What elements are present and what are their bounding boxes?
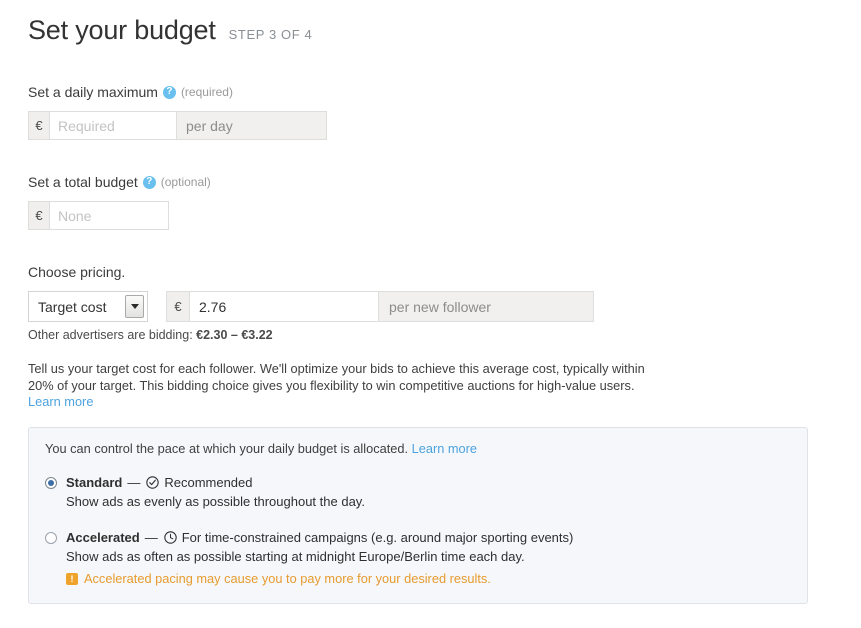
pacing-standard-name: Standard	[66, 474, 123, 490]
pacing-option-standard-body: Standard — Recommended Show ads as evenl…	[66, 474, 365, 512]
page-title: Set your budget	[28, 15, 216, 45]
chevron-down-icon[interactable]	[125, 295, 144, 318]
competitor-bid-hint: Other advertisers are bidding: €2.30 – €…	[28, 328, 833, 342]
daily-maximum-requirement: (required)	[180, 85, 233, 99]
check-circle-icon	[146, 476, 160, 489]
currency-symbol-daily: €	[28, 111, 49, 140]
warning-exclamation-icon: !	[66, 572, 78, 585]
radio-accelerated[interactable]	[45, 531, 57, 544]
question-mark-icon[interactable]: ?	[142, 175, 156, 189]
pricing-description-text: Tell us your target cost for each follow…	[28, 361, 645, 393]
total-budget-field: Set a total budget ? (optional) €	[28, 173, 833, 230]
page-header: Set your budget STEP 3 OF 4	[28, 0, 833, 47]
step-indicator: STEP 3 OF 4	[228, 27, 313, 42]
pacing-standard-tagline: Recommended	[164, 474, 253, 490]
pricing-type-value: Target cost	[38, 298, 107, 315]
pacing-accelerated-name: Accelerated	[66, 529, 140, 545]
daily-maximum-input-group: € per day	[28, 111, 833, 140]
pricing-type-select[interactable]: Target cost	[28, 291, 148, 322]
daily-maximum-input[interactable]	[49, 111, 177, 140]
question-mark-icon[interactable]: ?	[162, 85, 176, 99]
pacing-intro-text: You can control the pace at which your d…	[45, 440, 412, 456]
pacing-option-accelerated[interactable]: Accelerated — For time-constrained campa…	[45, 529, 791, 589]
budget-step-page: Set your budget STEP 3 OF 4 Set a daily …	[0, 0, 861, 628]
pacing-panel: You can control the pace at which your d…	[28, 426, 808, 604]
pacing-option-standard[interactable]: Standard — Recommended Show ads as evenl…	[45, 474, 791, 512]
pacing-accelerated-warning-text: Accelerated pacing may cause you to pay …	[84, 570, 491, 586]
pacing-accelerated-tagline: For time-constrained campaigns (e.g. aro…	[181, 529, 574, 545]
currency-symbol-total: €	[28, 201, 49, 230]
daily-maximum-label-row: Set a daily maximum ? (required)	[28, 83, 833, 101]
pacing-option-accelerated-body: Accelerated — For time-constrained campa…	[66, 529, 573, 589]
radio-standard[interactable]	[45, 476, 57, 489]
pacing-accelerated-title-line: Accelerated — For time-constrained campa…	[66, 529, 573, 548]
bid-suffix-label: per new follower	[379, 291, 594, 322]
pricing-row: Target cost € per new follower	[28, 291, 833, 322]
pricing-field: Choose pricing. Target cost € per new fo…	[28, 263, 833, 411]
pricing-description: Tell us your target cost for each follow…	[28, 361, 653, 411]
daily-maximum-label: Set a daily maximum	[28, 84, 158, 100]
currency-symbol-bid: €	[166, 291, 189, 322]
total-budget-input-group: €	[28, 201, 833, 230]
pacing-accelerated-warning: ! Accelerated pacing may cause you to pa…	[66, 570, 573, 589]
bid-amount-input[interactable]	[189, 291, 379, 322]
competitor-bid-hint-prefix: Other advertisers are bidding:	[28, 328, 197, 342]
daily-maximum-field: Set a daily maximum ? (required) € per d…	[28, 83, 833, 140]
pacing-learn-more-link[interactable]: Learn more	[412, 441, 477, 456]
pacing-standard-dash: —	[127, 474, 141, 490]
pacing-standard-title-line: Standard — Recommended	[66, 474, 365, 493]
total-budget-label: Set a total budget	[28, 174, 138, 190]
clock-icon	[164, 531, 177, 544]
pricing-learn-more-link[interactable]: Learn more	[28, 394, 93, 409]
pacing-standard-description: Show ads as evenly as possible throughou…	[66, 494, 365, 509]
total-budget-requirement: (optional)	[160, 175, 211, 189]
pacing-accelerated-description: Show ads as often as possible starting a…	[66, 549, 525, 564]
competitor-bid-range: €2.30 – €3.22	[196, 328, 273, 342]
pricing-label: Choose pricing.	[28, 264, 126, 280]
pacing-intro: You can control the pace at which your d…	[45, 441, 791, 457]
total-budget-input[interactable]	[49, 201, 169, 230]
total-budget-label-row: Set a total budget ? (optional)	[28, 173, 833, 191]
daily-maximum-suffix: per day	[177, 111, 327, 140]
pacing-accelerated-dash: —	[144, 529, 158, 545]
pricing-label-row: Choose pricing.	[28, 263, 833, 281]
